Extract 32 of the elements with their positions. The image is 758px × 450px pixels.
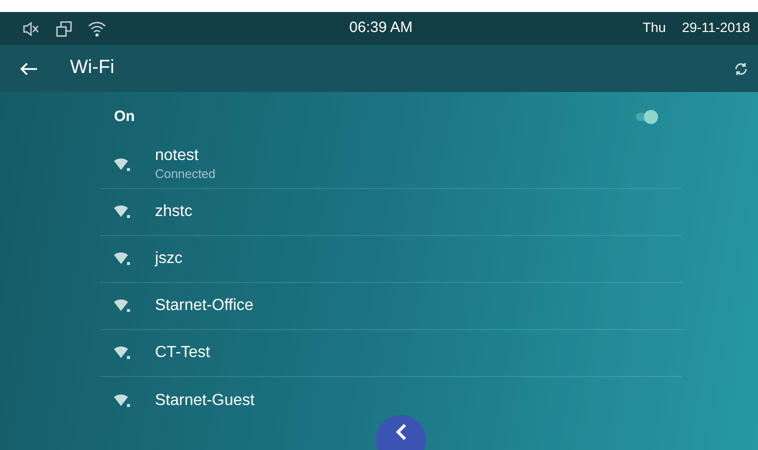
refresh-icon[interactable] bbox=[734, 62, 748, 76]
network-name: Starnet-Office bbox=[155, 296, 254, 316]
wifi-lock-icon bbox=[114, 252, 131, 266]
connection-status: Connected bbox=[155, 166, 216, 184]
network-name: jszc bbox=[155, 249, 183, 269]
wifi-icon bbox=[88, 20, 106, 36]
muted-speaker-icon bbox=[22, 20, 40, 36]
wifi-switch-label: On bbox=[114, 106, 135, 127]
windows-icon bbox=[56, 20, 72, 36]
wifi-toggle[interactable] bbox=[634, 110, 658, 124]
wifi-lock-icon bbox=[114, 346, 131, 360]
network-name: zhstc bbox=[155, 202, 192, 222]
network-row[interactable]: Starnet-Guest bbox=[100, 377, 682, 424]
wifi-lock-icon bbox=[114, 205, 131, 219]
date: 29-11-2018 bbox=[682, 19, 750, 38]
back-arrow-icon[interactable] bbox=[20, 62, 38, 76]
network-row[interactable]: Starnet-Office bbox=[100, 283, 682, 330]
wifi-lock-icon bbox=[114, 299, 131, 313]
network-name: notest bbox=[155, 146, 200, 166]
clock-time: 06:39 AM bbox=[349, 19, 413, 36]
page-title: Wi-Fi bbox=[69, 56, 114, 80]
wifi-lock-icon bbox=[114, 394, 131, 408]
wifi-lock-icon bbox=[114, 158, 131, 172]
network-row[interactable]: CT-Test bbox=[100, 330, 682, 377]
network-row[interactable]: notest Connected bbox=[100, 142, 682, 189]
chevron-left-icon bbox=[395, 423, 407, 441]
network-name: Starnet-Guest bbox=[155, 390, 255, 410]
network-row[interactable]: zhstc bbox=[100, 189, 682, 236]
collapse-button[interactable] bbox=[376, 415, 426, 450]
network-row[interactable]: jszc bbox=[100, 236, 682, 283]
weekday: Thu bbox=[642, 19, 666, 38]
network-name: CT-Test bbox=[155, 343, 210, 363]
